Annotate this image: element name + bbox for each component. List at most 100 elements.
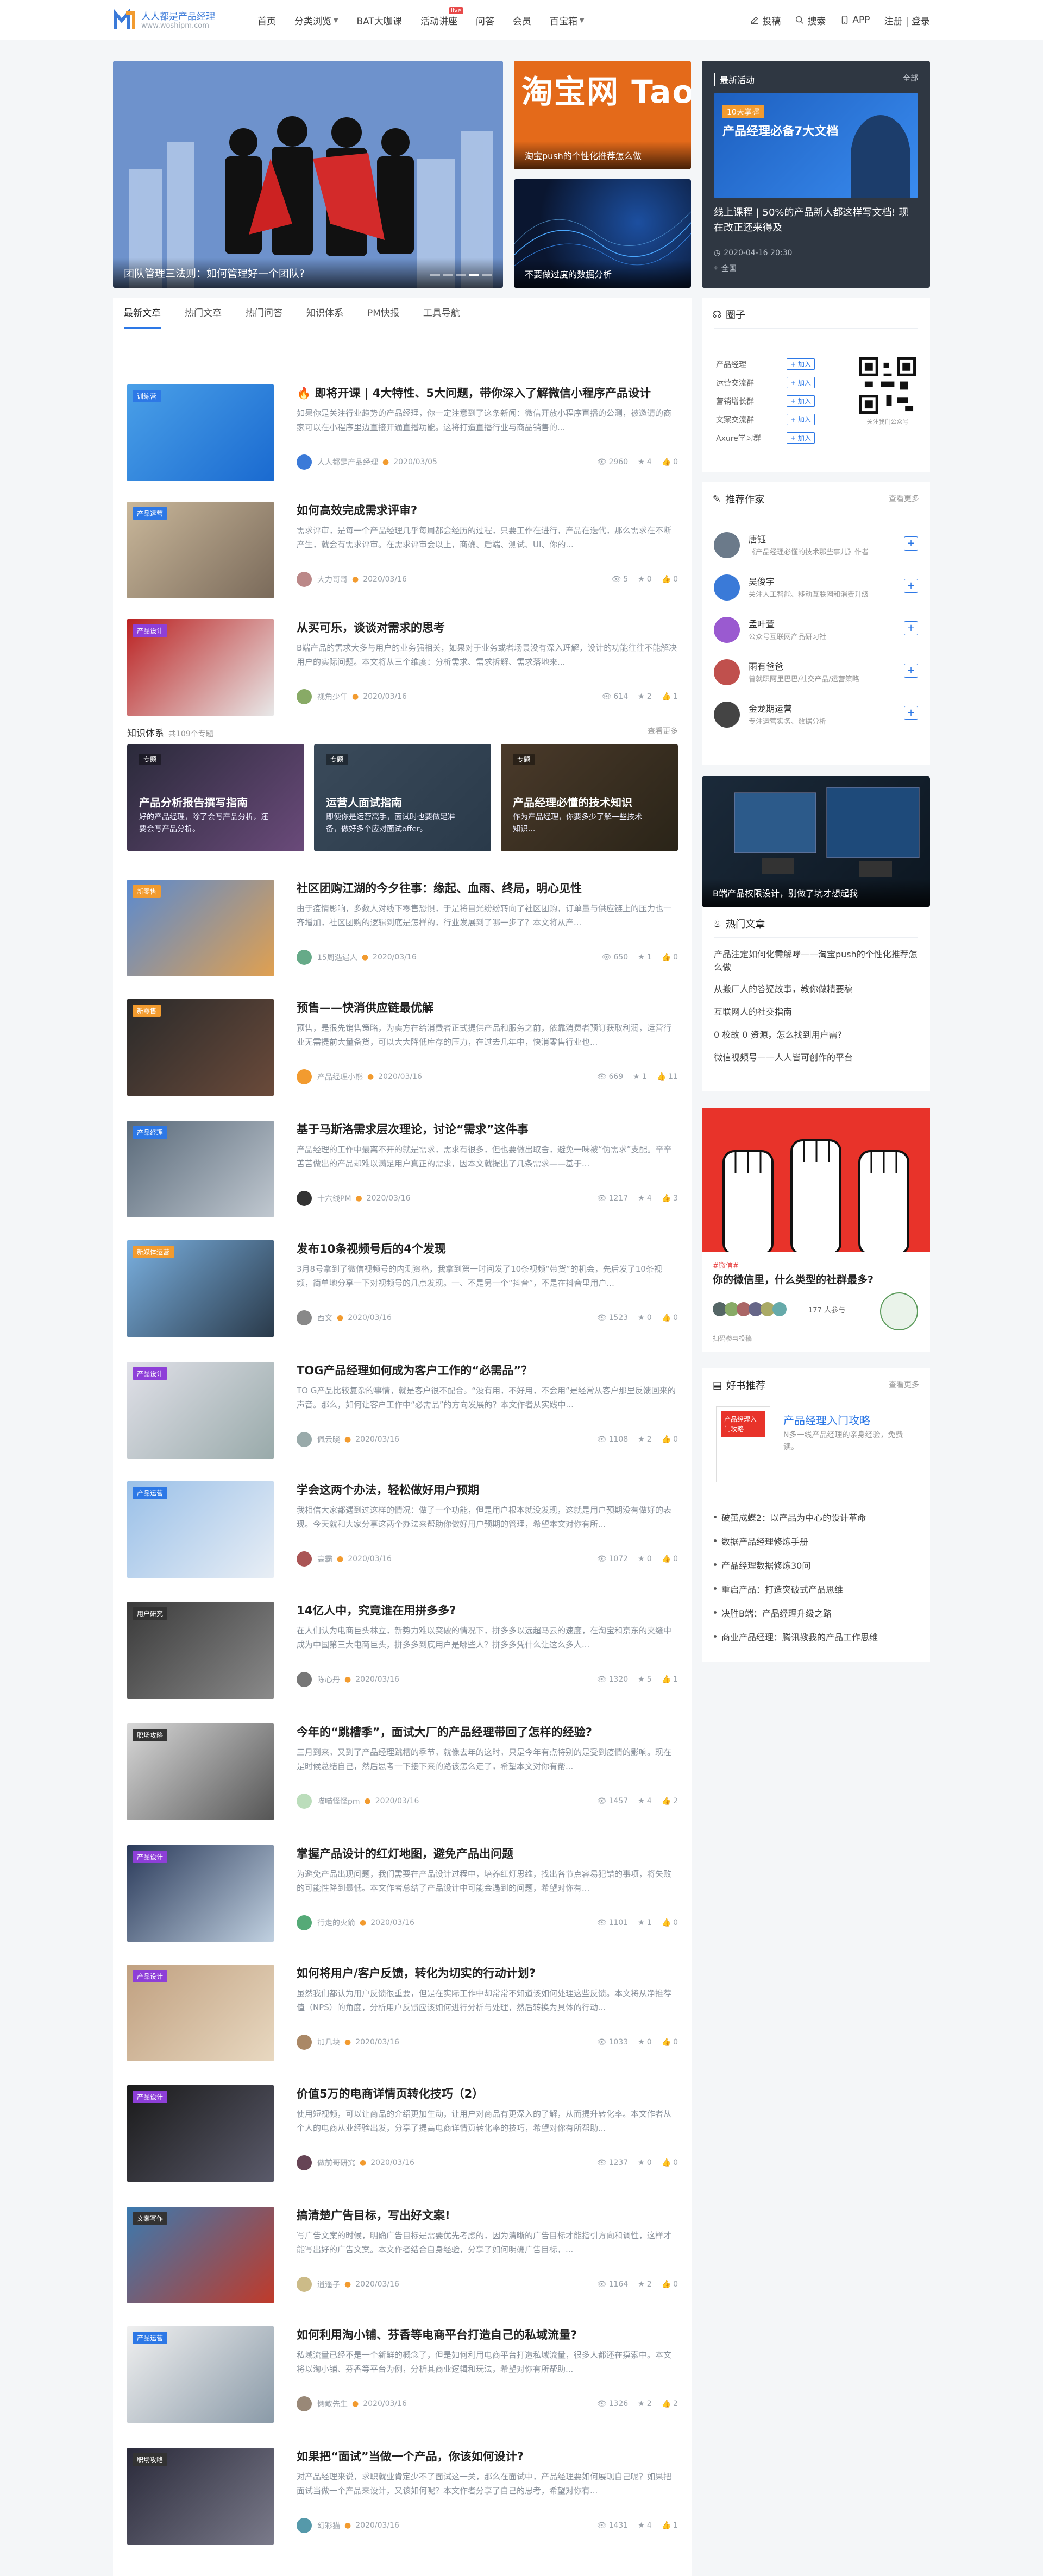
- article-title[interactable]: 如果把“面试”当做一个产品，你该如何设计?: [297, 2448, 678, 2464]
- avatar[interactable]: [297, 1794, 312, 1809]
- follow-button[interactable]: +: [904, 621, 918, 635]
- likes[interactable]: ★ 0: [638, 2038, 651, 2047]
- comments[interactable]: 👍 1: [662, 1675, 678, 1684]
- article-thumbnail[interactable]: 产品设计: [127, 2085, 274, 2182]
- search-button[interactable]: 搜索: [795, 14, 826, 27]
- book-link[interactable]: 决胜B端：产品经理升级之路: [714, 1606, 918, 1619]
- hot-article-link[interactable]: 0 校故 0 资源，怎么找到用户需?: [714, 1028, 918, 1041]
- tab-hot-qa[interactable]: 热门问答: [246, 298, 282, 329]
- article-card[interactable]: 新零售 预售——快消供应链最优解 预售，是很先销售策略，为卖方在给消费者正式提供产品…: [127, 999, 678, 1108]
- article-card[interactable]: 产品设计 掌握产品设计的红灯地图，避免产品出问题 为避免产品出现问题，我们需要在产品…: [127, 1845, 678, 1954]
- featured-book-title[interactable]: 产品经理入门攻略: [783, 1412, 870, 1428]
- avatar[interactable]: [297, 2518, 312, 2533]
- book-link[interactable]: 重启产品：打造突破式产品思维: [714, 1582, 918, 1595]
- likes[interactable]: ★ 2: [638, 1435, 651, 1444]
- comments[interactable]: 👍 0: [662, 2038, 678, 2047]
- article-thumbnail[interactable]: 产品设计: [127, 1965, 274, 2061]
- avatar[interactable]: [297, 1191, 312, 1206]
- article-author[interactable]: 视角少年: [317, 691, 348, 702]
- article-thumbnail[interactable]: 文案写作: [127, 2207, 274, 2303]
- book-link[interactable]: 破茧成蝶2：以产品为中心的设计革命: [714, 1511, 918, 1524]
- tab-tools[interactable]: 工具导航: [423, 298, 460, 329]
- book-link[interactable]: 商业产品经理：腾讯教我的产品工作思维: [714, 1630, 918, 1643]
- nav-membership[interactable]: 会员: [513, 14, 531, 27]
- hero-side-top[interactable]: 淘宝网 Taobao.com 淘宝push的个性化推荐怎么做: [514, 61, 691, 169]
- nav-toolbox[interactable]: 百宝箱 ▼: [550, 14, 584, 27]
- hero-carousel[interactable]: 团队管理三法则：如何管理好一个团队?: [113, 61, 503, 288]
- comments[interactable]: 👍 0: [662, 1435, 678, 1444]
- article-author[interactable]: 产品经理小熊: [317, 1071, 363, 1082]
- article-card[interactable]: 文案写作 搞清楚广告目标，写出好文案! 写广告文案的时候，明确广告目标是需要优先考虑…: [127, 2207, 678, 2315]
- article-thumbnail[interactable]: 产品经理: [127, 1121, 274, 1217]
- comments[interactable]: 👍 1: [662, 692, 678, 701]
- likes[interactable]: ★ 4: [638, 1194, 651, 1203]
- article-thumbnail[interactable]: 产品设计: [127, 1845, 274, 1942]
- article-title[interactable]: 基于马斯洛需求层次理论，讨论“需求”这件事: [297, 1121, 678, 1137]
- article-title[interactable]: 如何将用户/客户反馈，转化为切实的行动计划?: [297, 1965, 678, 1981]
- hero-side-bottom[interactable]: 不要做过度的数据分析: [514, 179, 691, 288]
- article-author[interactable]: 喵喵怪怪pm: [317, 1796, 360, 1807]
- article-author[interactable]: 行走的火箭: [317, 1917, 355, 1928]
- books-more-link[interactable]: 查看更多: [889, 1379, 919, 1390]
- author-item[interactable]: 孟叶萱 公众号互联网产品研习社 +: [714, 614, 918, 646]
- post-button[interactable]: 投稿: [750, 14, 781, 27]
- avatar[interactable]: [297, 1069, 312, 1084]
- hot-article-link[interactable]: 产品注定如何化需解哮——淘宝push的个性化推荐怎么做: [714, 948, 918, 974]
- article-card[interactable]: 产品设计 从买可乐，谈谈对需求的思考 B端产品的需求大多与用户的业务强相关，如果对于…: [127, 619, 678, 728]
- comments[interactable]: 👍 0: [662, 575, 678, 584]
- article-thumbnail[interactable]: 产品运营: [127, 502, 274, 598]
- comments[interactable]: 👍 0: [662, 1555, 678, 1563]
- latest-activity-card[interactable]: 最新活动 全部 10天掌握 产品经理必备7大文档 线上课程 | 50%的产品新人…: [702, 61, 930, 288]
- follow-button[interactable]: +: [904, 579, 918, 593]
- article-title[interactable]: TOG产品经理如何成为客户工作的“必需品”？: [297, 1362, 678, 1378]
- article-author[interactable]: 高霸: [317, 1554, 332, 1564]
- article-author[interactable]: 15周遇遇人: [317, 952, 357, 963]
- follow-button[interactable]: +: [904, 664, 918, 678]
- nav-events[interactable]: 活动讲座 live: [420, 7, 464, 27]
- authors-more-link[interactable]: 查看更多: [889, 493, 919, 504]
- article-author[interactable]: 西文: [317, 1312, 332, 1323]
- article-thumbnail[interactable]: 职场攻略: [127, 1723, 274, 1820]
- comments[interactable]: 👍 3: [662, 1194, 678, 1203]
- comments[interactable]: 👍 0: [662, 458, 678, 466]
- article-title[interactable]: 发布10条视频号后的4个发现: [297, 1240, 678, 1257]
- hot-article-link[interactable]: 微信视频号——人人皆可创作的平台: [714, 1051, 918, 1064]
- login-register-link[interactable]: 注册 | 登录: [884, 14, 930, 27]
- nav-home[interactable]: 首页: [257, 14, 276, 27]
- likes[interactable]: ★ 1: [638, 1918, 651, 1927]
- likes[interactable]: ★ 2: [638, 692, 651, 701]
- article-title[interactable]: 14亿人中，究竟谁在用拼多多?: [297, 1602, 678, 1618]
- article-card[interactable]: 训练营 🔥 即将开课 | 4大特性、5大问题，带你深入了解微信小程序产品设计 如果你…: [127, 384, 678, 493]
- knowledge-card[interactable]: 专题 运营人面试指南 即便你是运营高手，面试时也要做足准备，做好多个应对面试of…: [314, 744, 491, 851]
- join-button[interactable]: + 加入: [787, 377, 815, 388]
- avatar[interactable]: [297, 1915, 312, 1930]
- article-card[interactable]: 产品设计 TOG产品经理如何成为客户工作的“必需品”？ TO G产品比较复杂的事情，…: [127, 1362, 678, 1470]
- likes[interactable]: ★ 0: [638, 2158, 651, 2167]
- avatar[interactable]: [297, 2155, 312, 2170]
- tab-latest[interactable]: 最新文章: [124, 298, 161, 329]
- book-link[interactable]: 数据产品经理修炼手册: [714, 1535, 918, 1548]
- article-thumbnail[interactable]: 产品运营: [127, 1481, 274, 1578]
- nav-categories[interactable]: 分类浏览 ▼: [294, 14, 338, 27]
- article-thumbnail[interactable]: 职场攻略: [127, 2448, 274, 2545]
- article-author[interactable]: 十六线PM: [317, 1193, 351, 1204]
- avatar[interactable]: [297, 950, 312, 965]
- tab-pm-news[interactable]: PM快报: [367, 298, 399, 329]
- comments[interactable]: 👍 2: [662, 2400, 678, 2408]
- article-card[interactable]: 产品设计 如何将用户/客户反馈，转化为切实的行动计划? 虽然我们都认为用户反馈很重要…: [127, 1965, 678, 2073]
- book-link[interactable]: 产品经理数据修炼30问: [714, 1558, 918, 1571]
- join-button[interactable]: + 加入: [787, 432, 815, 444]
- article-title[interactable]: 预售——快消供应链最优解: [297, 999, 678, 1015]
- likes[interactable]: ★ 0: [638, 575, 651, 584]
- avatar[interactable]: [297, 1432, 312, 1447]
- knowledge-more-link[interactable]: 查看更多: [648, 725, 678, 736]
- article-card[interactable]: 产品运营 学会这两个办法，轻松做好用户预期 我相信大家都遇到过这样的情况：做了一个功…: [127, 1481, 678, 1590]
- article-author[interactable]: 幻彩猫: [317, 2520, 340, 2531]
- avatar[interactable]: [297, 2396, 312, 2411]
- article-title[interactable]: 搞清楚广告目标，写出好文案!: [297, 2207, 678, 2223]
- article-title[interactable]: 如何高效完成需求评审?: [297, 502, 678, 518]
- article-thumbnail[interactable]: 新零售: [127, 999, 274, 1096]
- article-title[interactable]: 🔥 即将开课 | 4大特性、5大问题，带你深入了解微信小程序产品设计: [297, 384, 678, 401]
- likes[interactable]: ★ 4: [638, 458, 651, 466]
- likes[interactable]: ★ 0: [638, 1314, 651, 1322]
